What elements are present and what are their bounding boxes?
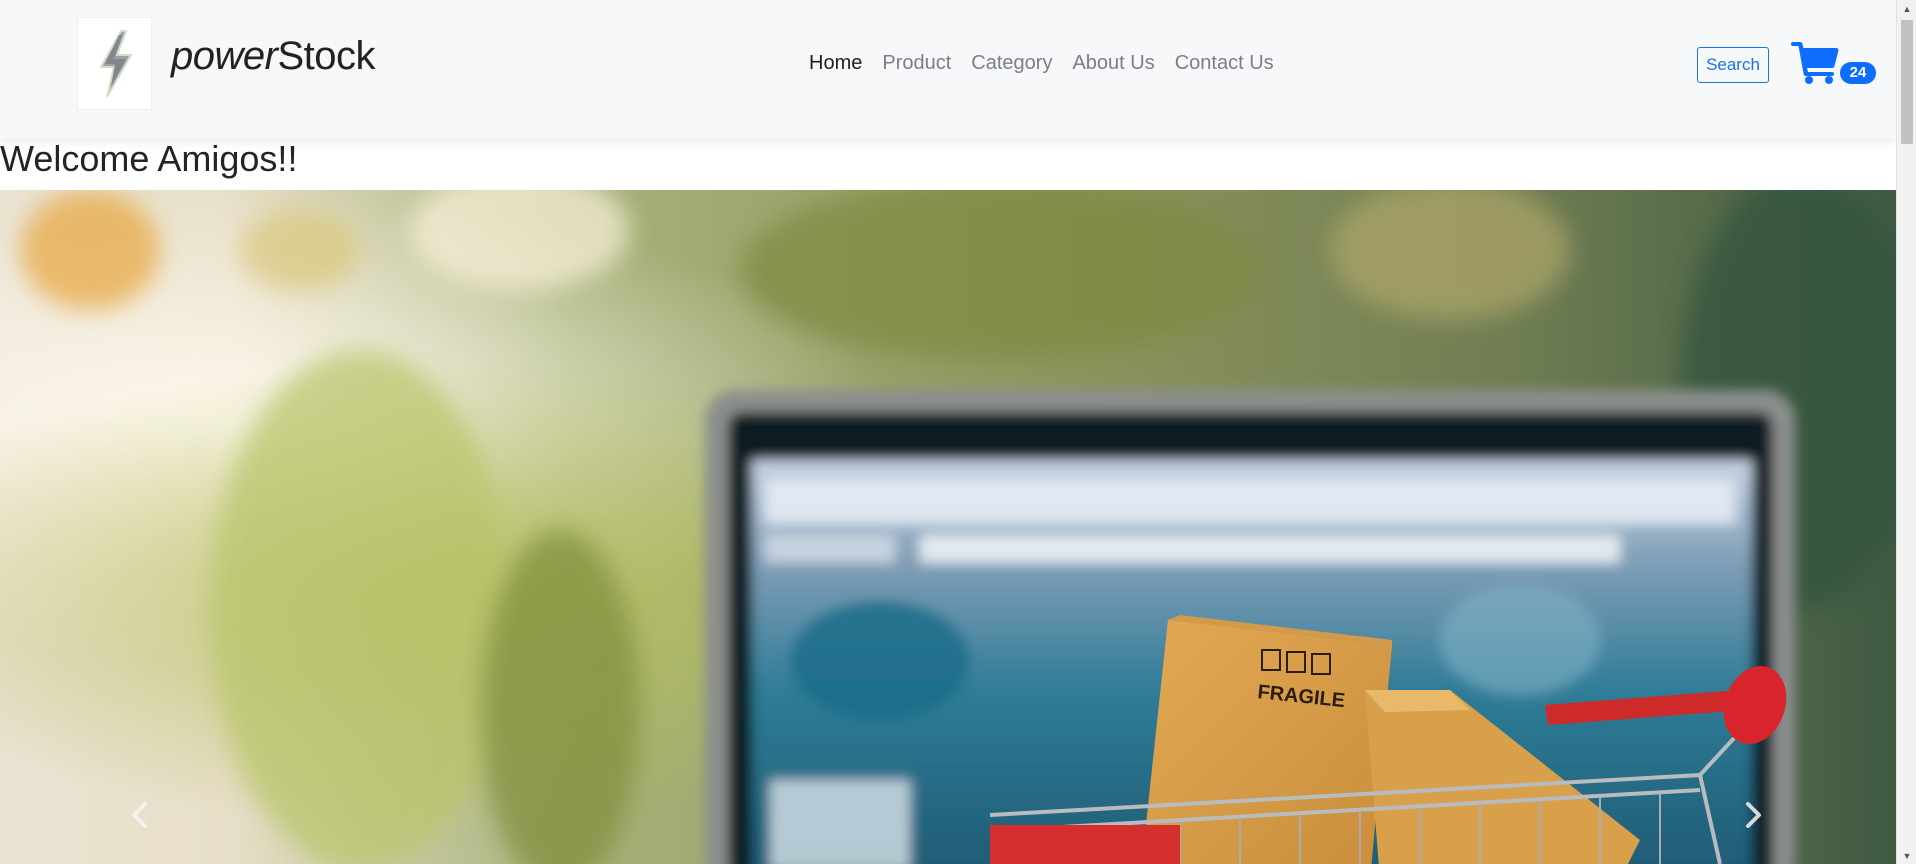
carousel-prev-button[interactable] — [120, 795, 160, 835]
scroll-down-arrow-icon[interactable]: ▼ — [1897, 847, 1916, 864]
nav-link-home[interactable]: Home — [809, 52, 872, 75]
nav-link-about-us[interactable]: About Us — [1062, 52, 1164, 75]
chevron-right-icon — [1746, 802, 1761, 828]
search-button[interactable]: Search — [1697, 47, 1769, 83]
logo[interactable] — [77, 17, 152, 110]
brand-name-italic: power — [171, 34, 278, 78]
nav-link-category[interactable]: Category — [961, 52, 1062, 75]
carousel-next-button[interactable] — [1733, 795, 1773, 835]
page-scrollbar[interactable]: ▲ ▼ — [1896, 0, 1916, 864]
brand-name-rest: Stock — [277, 34, 375, 78]
shopping-cart-icon — [1791, 42, 1839, 84]
cart-button[interactable]: 24 — [1791, 42, 1881, 88]
nav-link-product[interactable]: Product — [872, 52, 961, 75]
navbar: powerStock Home Product Category About U… — [0, 0, 1896, 138]
chevron-left-icon — [132, 802, 147, 828]
brand-name[interactable]: powerStock — [171, 34, 375, 79]
page: powerStock Home Product Category About U… — [0, 0, 1916, 864]
hero-image: FRAGILE — [0, 190, 1896, 864]
scrollbar-thumb[interactable] — [1901, 20, 1913, 144]
nav-links: Home Product Category About Us Contact U… — [809, 52, 1284, 75]
page-title: Welcome Amigos!! — [0, 138, 298, 179]
scroll-up-arrow-icon[interactable]: ▲ — [1897, 0, 1916, 17]
nav-link-contact-us[interactable]: Contact Us — [1165, 52, 1284, 75]
cart-count-badge: 24 — [1840, 62, 1876, 84]
hero-carousel: FRAGILE — [0, 190, 1896, 864]
lightning-bolt-icon — [98, 29, 133, 97]
